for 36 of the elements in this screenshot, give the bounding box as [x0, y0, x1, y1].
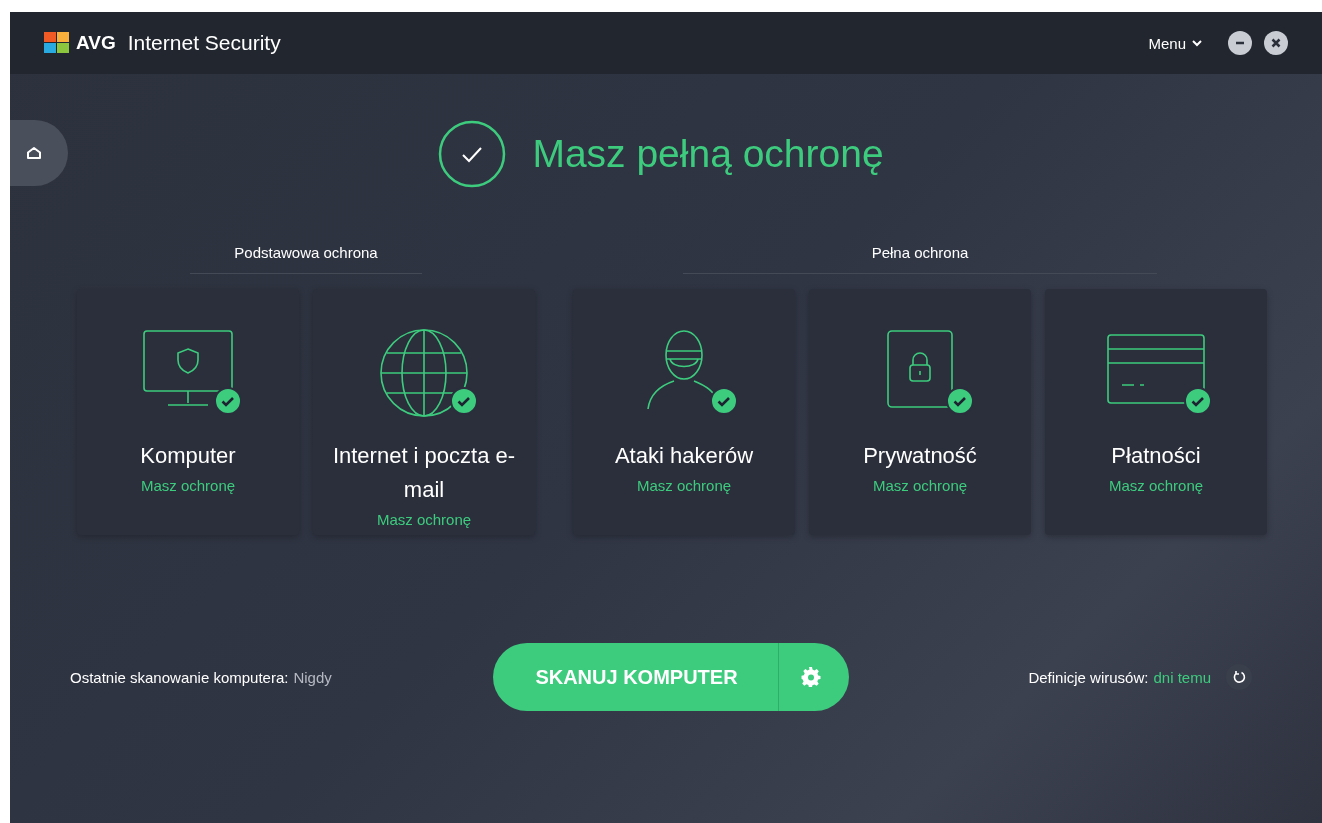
protection-card[interactable]: Ataki hakerów Masz ochronę: [573, 289, 795, 535]
window-title: Internet Security: [127, 31, 281, 55]
menu-button[interactable]: Menu: [1142, 33, 1208, 53]
card-status: Masz ochronę: [1108, 477, 1204, 494]
card-status: Masz ochronę: [636, 477, 732, 494]
scan-settings-button[interactable]: [778, 643, 849, 711]
logo-icon: [44, 32, 70, 54]
section-heading: Pełna ochrona: [683, 244, 1157, 274]
protection-card[interactable]: Prywatność Masz ochronę: [809, 289, 1031, 535]
protection-card[interactable]: Płatności Masz ochronę: [1045, 289, 1267, 535]
minimize-button[interactable]: [1228, 31, 1252, 55]
refresh-button[interactable]: [1226, 664, 1252, 690]
card-title: Ataki hakerów: [614, 442, 754, 470]
card-status: Masz ochronę: [872, 477, 968, 494]
close-button[interactable]: [1264, 31, 1288, 55]
protection-card[interactable]: Internet i poczta e-mail Masz ochronę: [313, 289, 535, 535]
card-title: Internet i poczta e-mail: [331, 442, 517, 504]
close-icon: [1271, 38, 1281, 48]
settings-icon: [800, 667, 821, 687]
chevron-icon: [1192, 39, 1202, 47]
section-heading: Podstawowa ochrona: [190, 244, 422, 274]
card-title: Komputer: [140, 442, 236, 470]
card-status: Masz ochronę: [140, 477, 236, 494]
status-title: Masz pełną ochronę: [532, 132, 884, 176]
definitions-label: Definicje wirusów:: [1028, 668, 1149, 686]
definitions-value: dni temu: [1153, 668, 1211, 686]
card-title: Prywatność: [863, 442, 977, 470]
card-title: Płatności: [1111, 442, 1201, 470]
protection-card[interactable]: Komputer Masz ochronę: [77, 289, 299, 535]
home-tab[interactable]: [10, 120, 68, 186]
last-scan-label: Ostatnie skanowanie komputera:: [70, 668, 289, 686]
card-status: Masz ochronę: [376, 511, 472, 528]
refresh-icon: [1232, 670, 1246, 684]
logo-text: AVG: [76, 32, 116, 54]
last-scan-value: Nigdy: [293, 668, 332, 686]
home-icon: [26, 146, 42, 160]
